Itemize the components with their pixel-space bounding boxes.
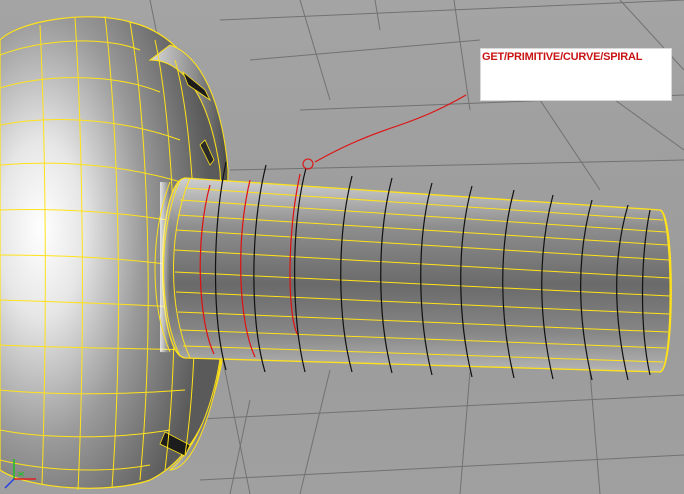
3d-viewport[interactable]: GET/PRIMITIVE/CURVE/SPIRAL [0, 0, 684, 494]
annotation-callout: GET/PRIMITIVE/CURVE/SPIRAL [480, 48, 672, 101]
annotation-text: GET/PRIMITIVE/CURVE/SPIRAL [482, 51, 643, 63]
shaft-mesh[interactable] [154, 177, 672, 373]
axis-gizmo-icon [4, 459, 36, 489]
callout-leader [302, 94, 467, 170]
